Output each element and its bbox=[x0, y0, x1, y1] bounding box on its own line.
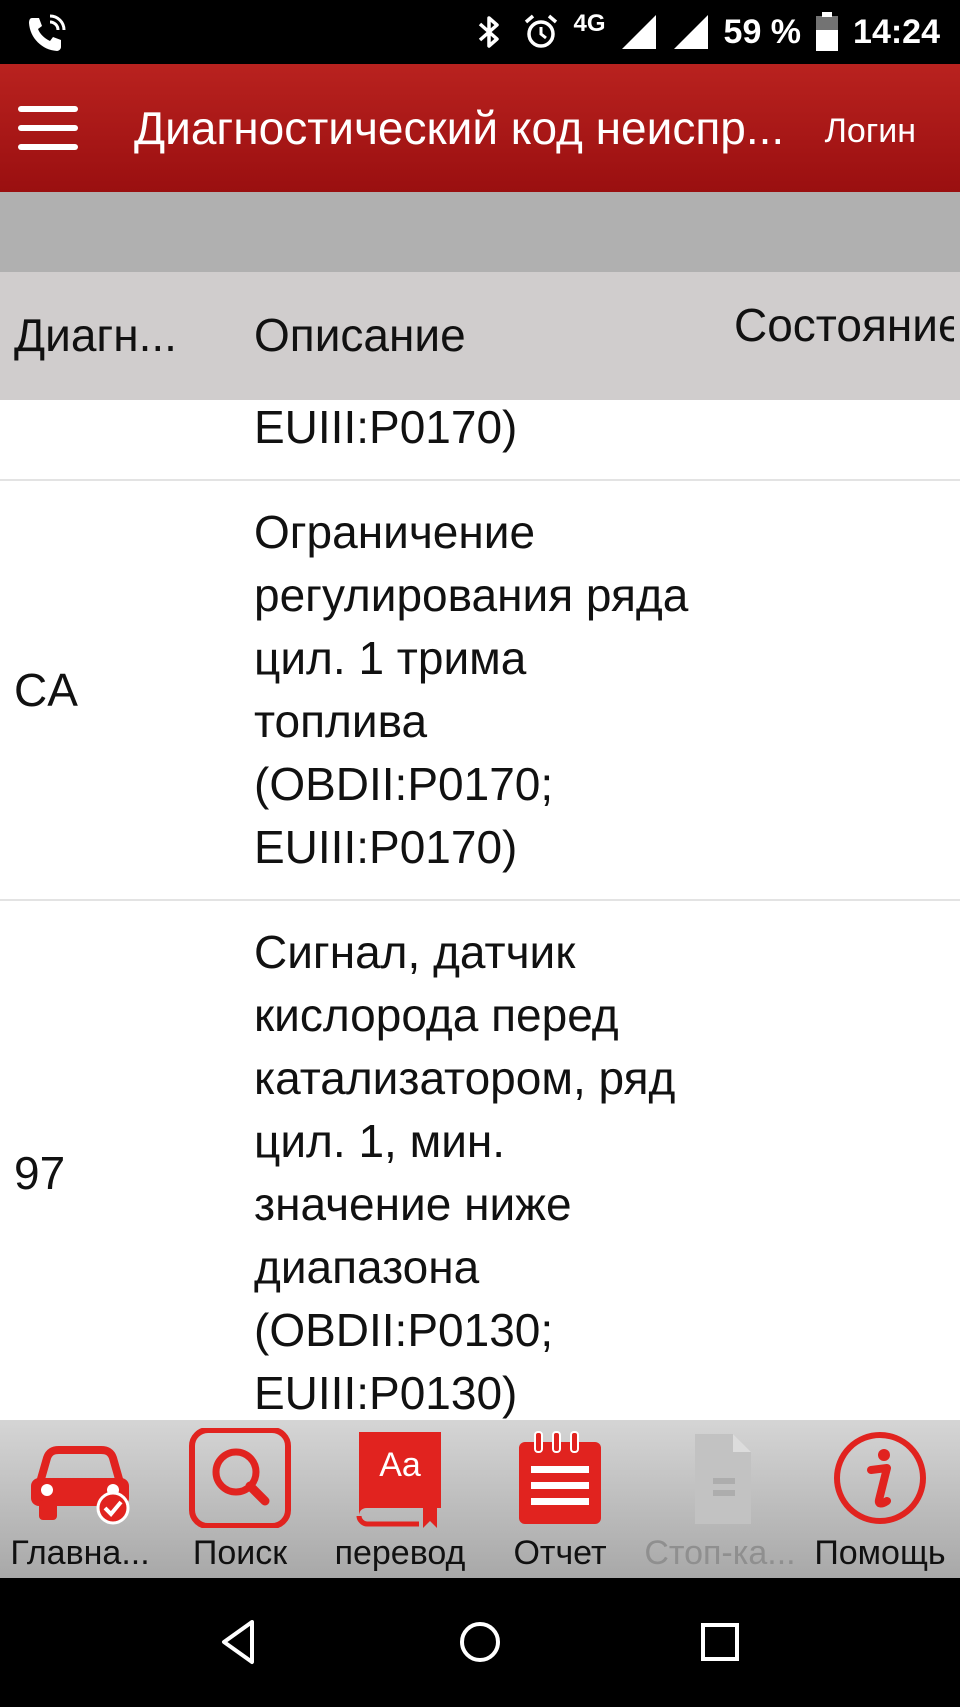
table-row[interactable]: (OBDII:P1188; EUIII:P0170) bbox=[0, 400, 960, 481]
column-header-state[interactable]: Состояние bbox=[734, 294, 954, 356]
nav-translate-label: перевод bbox=[334, 1534, 466, 1572]
translate-book-icon: Aa bbox=[356, 1432, 441, 1528]
page-title: Диагностический код неиспр... bbox=[134, 102, 785, 154]
nav-freeze-frame-label: Стоп-ка... bbox=[644, 1534, 796, 1572]
signal-icon-2 bbox=[673, 15, 708, 49]
row-description: (OBDII:P1188; EUIII:P0170) bbox=[254, 401, 518, 453]
column-header-description[interactable]: Описание bbox=[254, 308, 674, 362]
bluetooth-icon bbox=[478, 16, 499, 48]
nav-translate-button[interactable]: Aa перевод bbox=[320, 1420, 480, 1578]
nav-report-label: Отчет bbox=[513, 1534, 607, 1572]
nav-help-button[interactable]: Помощь bbox=[800, 1420, 960, 1578]
nav-home-button[interactable]: Главна... bbox=[0, 1420, 160, 1578]
search-icon bbox=[189, 1428, 291, 1528]
row-code: 97 bbox=[14, 1147, 66, 1199]
status-bar: 4G 59 % 14:24 bbox=[0, 0, 960, 64]
table-row[interactable]: CA Ограничение регулирования ряда цил. 1… bbox=[0, 481, 960, 901]
nav-search-button[interactable]: Поиск bbox=[160, 1420, 320, 1578]
back-icon[interactable] bbox=[210, 1612, 270, 1672]
car-check-icon bbox=[31, 1446, 130, 1525]
clock-time: 14:24 bbox=[853, 12, 940, 51]
alarm-icon bbox=[524, 14, 557, 48]
document-icon bbox=[695, 1434, 751, 1524]
signal-icon bbox=[621, 15, 656, 49]
home-circle-icon[interactable] bbox=[450, 1612, 510, 1672]
table-header: Диагн... Описание Состояние bbox=[0, 272, 960, 400]
system-navigation-bar bbox=[0, 1578, 960, 1707]
row-description: Ограничение регулирования ряда цил. 1 тр… bbox=[254, 506, 689, 873]
network-type: 4G bbox=[573, 10, 606, 37]
svg-text:Aa: Aa bbox=[379, 1446, 421, 1484]
nav-report-button[interactable]: Отчет bbox=[480, 1420, 640, 1578]
fault-code-list[interactable]: (OBDII:P1188; EUIII:P0170) CA Ограничени… bbox=[0, 400, 960, 1420]
column-header-code[interactable]: Диагн... bbox=[14, 308, 214, 362]
login-button[interactable]: Логин bbox=[825, 112, 916, 151]
app-bar: Диагностический код неиспр... Логин bbox=[0, 64, 960, 192]
gray-toolbar-strip bbox=[0, 192, 960, 272]
report-notepad-icon bbox=[519, 1431, 601, 1524]
phone-wifi-call-icon bbox=[29, 14, 66, 51]
nav-freeze-frame-button[interactable]: Стоп-ка... bbox=[640, 1420, 800, 1578]
table-row[interactable]: 97 Сигнал, датчик кислорода перед катали… bbox=[0, 901, 960, 1420]
nav-search-label: Поиск bbox=[192, 1534, 288, 1572]
nav-home-label: Главна... bbox=[10, 1534, 150, 1572]
info-icon bbox=[834, 1432, 926, 1524]
recent-apps-icon[interactable] bbox=[690, 1612, 750, 1672]
battery-icon bbox=[816, 12, 839, 51]
row-code: CA bbox=[14, 664, 78, 716]
battery-percent: 59 % bbox=[723, 12, 802, 51]
hamburger-menu-icon[interactable] bbox=[18, 106, 78, 150]
bottom-navigation: Главна... Поиск Aa перевод Отчет Стоп-ка… bbox=[0, 1420, 960, 1578]
row-description: Сигнал, датчик кислорода перед катализат… bbox=[254, 926, 676, 1419]
nav-help-label: Помощь bbox=[814, 1534, 946, 1572]
